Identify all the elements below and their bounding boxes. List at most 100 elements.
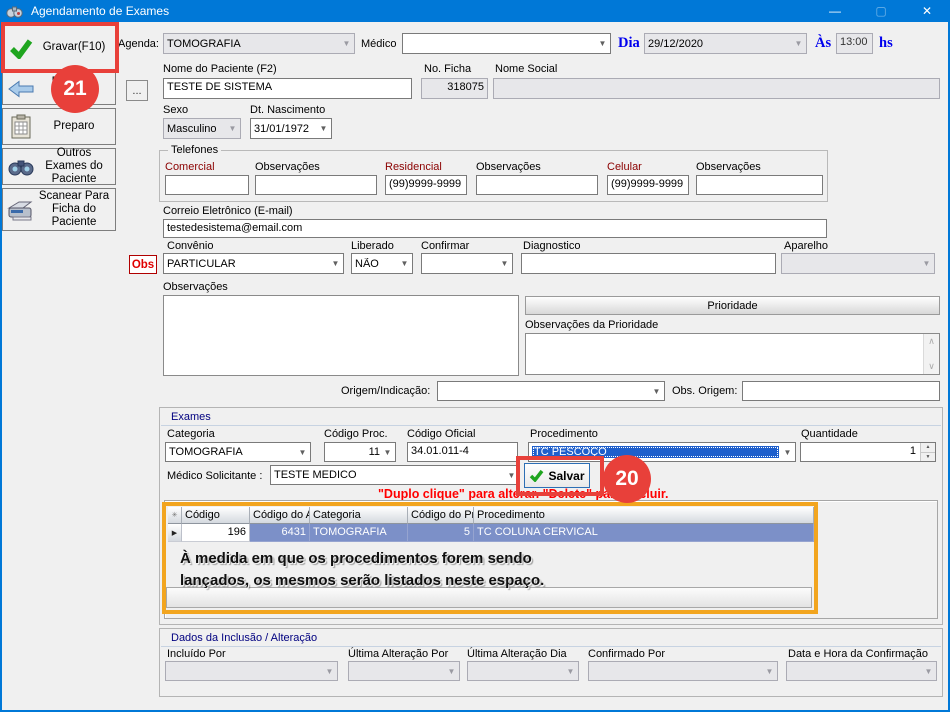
exames-group-title: Exames	[171, 411, 211, 423]
chevron-down-icon: ▼	[595, 39, 610, 48]
aparelho-combo: ▼	[781, 253, 935, 274]
annotation-orange-rect	[162, 502, 818, 614]
chevron-down-icon: ▼	[225, 124, 240, 133]
medico-solicitante-combo[interactable]: TESTE MEDICO ▼	[270, 465, 520, 485]
quantidade-label: Quantidade	[801, 428, 858, 440]
obs-origem-label: Obs. Origem:	[672, 385, 737, 397]
app-window: Agendamento de Exames — ▢ ✕ Gravar(F10) …	[0, 0, 950, 712]
incluido-por-combo: ▼	[165, 661, 338, 681]
codigo-oficial-field[interactable]: 34.01.011-4	[407, 442, 518, 462]
comercial-field[interactable]	[165, 175, 249, 195]
origem-label: Origem/Indicação:	[341, 385, 430, 397]
outros-exames-label: Outros Exames do Paciente	[36, 147, 112, 186]
celular-field[interactable]: (99)9999-9999	[607, 175, 689, 195]
scanear-label: Scanear Para Ficha do Paciente	[36, 190, 112, 229]
minimize-icon[interactable]: —	[812, 0, 858, 22]
hs-label: hs	[879, 35, 893, 52]
divider	[161, 646, 941, 647]
ellipsis-icon: ...	[132, 85, 141, 97]
annotation-rect-20	[516, 456, 604, 496]
ultima-alteracao-dia-label: Última Alteração Dia	[467, 648, 567, 660]
scrollbar[interactable]: ∧ ∨	[923, 334, 939, 374]
confirmar-combo[interactable]: ▼	[421, 253, 513, 274]
agenda-label: Agenda:	[118, 38, 159, 50]
chevron-down-icon: ▼	[380, 448, 395, 457]
window-title: Agendamento de Exames	[31, 4, 169, 18]
convenio-combo[interactable]: PARTICULAR ▼	[163, 253, 344, 274]
nome-social-field	[493, 78, 940, 99]
procedimento-label: Procedimento	[530, 428, 598, 440]
hora-field[interactable]: 13:00	[836, 33, 873, 54]
scanner-icon	[6, 198, 36, 222]
chevron-down-icon: ▼	[762, 667, 777, 676]
preparo-button[interactable]: Preparo	[2, 108, 116, 145]
observacoes-textarea[interactable]	[163, 295, 519, 376]
data-hora-confirmacao-label: Data e Hora da Confirmação	[788, 648, 928, 660]
origem-combo[interactable]: ▼	[437, 381, 665, 401]
agenda-combo[interactable]: TOMOGRAFIA ▼	[163, 33, 355, 54]
nome-paciente-label: Nome do Paciente (F2)	[163, 63, 277, 75]
scanear-button[interactable]: Scanear Para Ficha do Paciente	[2, 188, 116, 231]
dia-combo[interactable]: 29/12/2020 ▼	[644, 33, 807, 54]
ficha-label: No. Ficha	[424, 63, 471, 75]
nascimento-label: Dt. Nascimento	[250, 104, 325, 116]
data-hora-confirmacao-combo: ▼	[786, 661, 937, 681]
obs3-label: Observações	[696, 161, 761, 173]
chevron-down-icon: ▼	[339, 39, 354, 48]
ultima-alteracao-dia-combo: ▼	[467, 661, 579, 681]
telefones-legend: Telefones	[168, 144, 221, 156]
categoria-combo[interactable]: TOMOGRAFIA ▼	[165, 442, 311, 462]
liberado-combo[interactable]: NÃO ▼	[351, 253, 413, 274]
annotation-rect-21	[1, 22, 119, 73]
nome-paciente-field[interactable]: TESTE DE SISTEMA	[163, 78, 412, 99]
prioridade-obs-textarea[interactable]: ∧ ∨	[525, 333, 940, 375]
nome-social-label: Nome Social	[495, 63, 557, 75]
scroll-up-icon[interactable]: ∧	[928, 336, 935, 347]
scroll-down-icon[interactable]: ∨	[928, 361, 935, 372]
chevron-down-icon: ▼	[649, 387, 664, 396]
prioridade-header[interactable]: Prioridade	[525, 296, 940, 315]
chevron-down-icon: ▼	[444, 667, 459, 676]
residencial-field[interactable]: (99)9999-9999	[385, 175, 467, 195]
divider	[161, 425, 941, 426]
spin-up-icon[interactable]: ▲	[921, 443, 935, 453]
spin-down-icon[interactable]: ▼	[921, 453, 935, 462]
sexo-label: Sexo	[163, 104, 188, 116]
chevron-down-icon: ▼	[919, 259, 934, 268]
titlebar: Agendamento de Exames — ▢ ✕	[0, 0, 950, 22]
ultima-alteracao-por-label: Última Alteração Por	[348, 648, 448, 660]
email-field[interactable]: testedesistema@email.com	[163, 219, 827, 238]
categoria-label: Categoria	[167, 428, 215, 440]
obs3-field[interactable]	[696, 175, 823, 195]
residencial-label: Residencial	[385, 161, 442, 173]
chevron-down-icon: ▼	[780, 448, 795, 457]
binoculars-icon	[6, 157, 36, 177]
email-label: Correio Eletrônico (E-mail)	[163, 205, 293, 217]
confirmar-label: Confirmar	[421, 240, 469, 252]
quantidade-stepper[interactable]: 1 ▲ ▼	[800, 442, 936, 462]
medico-combo[interactable]: ▼	[402, 33, 611, 54]
obs-button[interactable]: Obs	[129, 255, 157, 274]
obs2-field[interactable]	[476, 175, 598, 195]
codigo-proc-combo[interactable]: 11 ▼	[324, 442, 396, 462]
diagnostico-label: Diagnostico	[523, 240, 580, 252]
chevron-down-icon: ▼	[295, 448, 310, 457]
codigo-proc-label: Código Proc.	[324, 428, 388, 440]
binoculars-app-icon	[6, 4, 23, 19]
obs-origem-field[interactable]	[742, 381, 940, 401]
diagnostico-field[interactable]	[521, 253, 776, 274]
outros-exames-button[interactable]: Outros Exames do Paciente	[2, 148, 116, 185]
browse-patient-button[interactable]: ...	[126, 80, 148, 101]
chevron-down-icon: ▼	[921, 667, 936, 676]
chevron-down-icon: ▼	[791, 39, 806, 48]
close-icon[interactable]: ✕	[904, 0, 950, 22]
obs1-field[interactable]	[255, 175, 377, 195]
chevron-down-icon: ▼	[497, 259, 512, 268]
chevron-down-icon: ▼	[397, 259, 412, 268]
nascimento-combo[interactable]: 31/01/1972 ▼	[250, 118, 332, 139]
annotation-badge-20: 20	[603, 455, 651, 503]
aparelho-label: Aparelho	[784, 240, 828, 252]
chevron-down-icon: ▼	[316, 124, 331, 133]
chevron-down-icon: ▼	[328, 259, 343, 268]
sexo-combo[interactable]: Masculino ▼	[163, 118, 241, 139]
